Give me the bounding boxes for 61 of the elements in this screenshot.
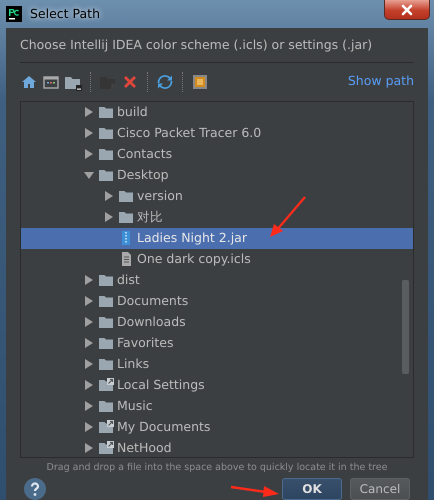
expand-arrow-icon[interactable] — [83, 148, 95, 160]
collapse-arrow-icon[interactable] — [83, 169, 95, 182]
expand-arrow-icon[interactable] — [103, 211, 115, 224]
expand-arrow-icon[interactable] — [83, 127, 95, 140]
expand-arrow-icon[interactable] — [83, 421, 95, 434]
tree-item[interactable]: One dark copy.icls — [21, 248, 413, 270]
folder-icon — [98, 314, 114, 330]
tree-item[interactable]: NetHood — [21, 438, 413, 457]
tree-item[interactable]: My Documents — [21, 416, 413, 438]
tree-item[interactable]: Ladies Night 2.jar — [21, 228, 413, 249]
hint-text: Drag and drop a file into the space above to quickly locate it in the tree — [46, 460, 388, 475]
window-title: Select Path — [30, 4, 101, 23]
annotation-arrow — [268, 195, 308, 239]
scrollbar-thumb[interactable] — [402, 280, 409, 374]
tree-item[interactable]: Cisco Packet Tracer 6.0 — [21, 122, 413, 144]
expand-arrow-icon[interactable] — [103, 190, 115, 202]
folder-icon — [98, 104, 114, 120]
show-path-link[interactable]: Show path — [348, 72, 414, 91]
hidden-files-icon[interactable] — [191, 72, 209, 91]
app-logo-icon — [6, 6, 22, 22]
expand-arrow-icon[interactable] — [83, 106, 95, 118]
folder-icon — [98, 293, 114, 310]
expand-arrow-icon[interactable] — [83, 442, 95, 454]
tree-item[interactable]: Documents — [21, 290, 413, 312]
prompt-text: Choose Intellij IDEA color scheme (.icls) or settings (.jar) — [20, 28, 414, 63]
tree-item[interactable]: Favorites — [21, 332, 413, 354]
folder-icon — [98, 272, 114, 288]
ok-button[interactable]: OK — [282, 478, 342, 500]
expand-arrow-icon[interactable] — [83, 295, 95, 308]
tree-item[interactable]: Links — [21, 354, 413, 375]
folder-shortcut-icon — [98, 419, 114, 436]
expand-arrow-icon[interactable] — [83, 337, 95, 350]
tree-item[interactable]: 对比 — [21, 206, 413, 228]
folder-icon — [98, 335, 114, 352]
folder-icon — [98, 356, 114, 372]
help-button[interactable] — [24, 478, 46, 500]
cancel-button[interactable]: Cancel — [350, 478, 410, 500]
tree-item[interactable]: Desktop — [21, 164, 413, 186]
expand-arrow-icon[interactable] — [83, 316, 95, 328]
annotation-arrow — [230, 484, 280, 498]
folder-icon — [98, 125, 114, 142]
expand-arrow-icon[interactable] — [83, 274, 95, 286]
tree-item[interactable]: dist — [21, 270, 413, 291]
expand-arrow-icon[interactable] — [83, 400, 95, 412]
tree-item[interactable]: version — [21, 186, 413, 207]
tree-item[interactable]: Local Settings — [21, 374, 413, 396]
tree-item[interactable]: Contacts — [21, 144, 413, 165]
folder-icon — [118, 188, 134, 204]
expand-arrow-icon[interactable] — [83, 358, 95, 370]
folder-shortcut-icon — [98, 440, 114, 456]
tree-item[interactable]: build — [21, 102, 413, 123]
folder-icon — [98, 167, 114, 184]
refresh-icon[interactable] — [156, 72, 174, 91]
folder-shortcut-icon — [98, 377, 114, 394]
expand-arrow-icon[interactable] — [83, 379, 95, 392]
tree-item[interactable]: Downloads — [21, 312, 413, 333]
folder-icon — [98, 398, 114, 414]
folder-icon — [118, 209, 134, 226]
tree-item[interactable]: Music — [21, 396, 413, 417]
close-button[interactable] — [384, 0, 430, 20]
folder-icon — [98, 146, 114, 162]
